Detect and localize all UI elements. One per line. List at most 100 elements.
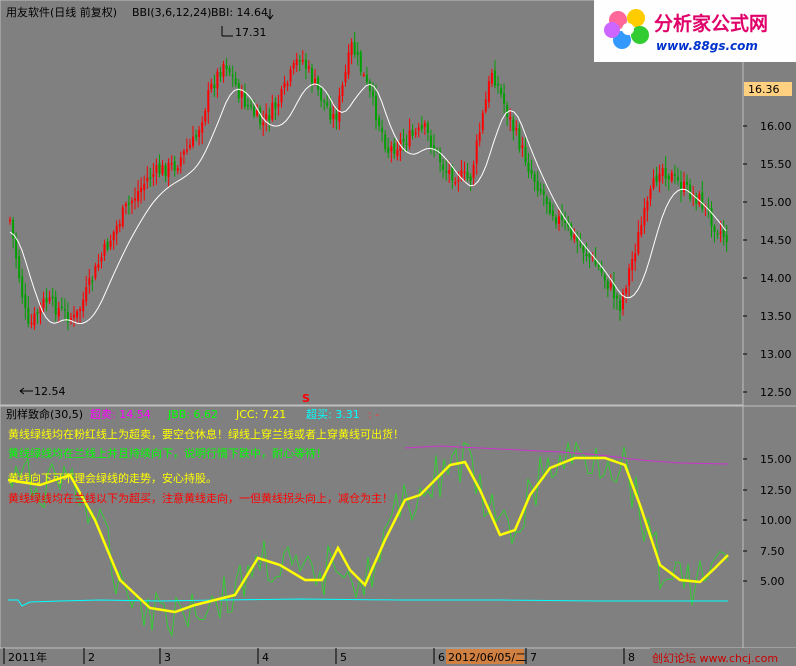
- candle-body: [478, 132, 481, 141]
- candle-body: [97, 264, 100, 268]
- candle-body: [237, 83, 240, 99]
- candle-body: [265, 113, 268, 120]
- candle-body: [661, 168, 664, 176]
- candle-body: [73, 314, 75, 318]
- candle-body: [15, 237, 18, 259]
- candle-body: [670, 172, 673, 181]
- candle-body: [121, 207, 124, 227]
- candle-body: [140, 187, 143, 193]
- candle-body: [454, 181, 457, 184]
- candle-body: [533, 174, 536, 182]
- candle-body: [323, 100, 326, 103]
- candle-body: [542, 190, 545, 195]
- candle-body: [365, 74, 368, 82]
- candle-body: [451, 167, 454, 181]
- candle-body: [332, 114, 335, 119]
- main-chart-title: 用友软件(日线 前复权): [6, 5, 117, 19]
- candle-body: [686, 182, 689, 185]
- candle-body: [683, 181, 685, 193]
- candle-body: [256, 110, 259, 116]
- candle-body: [378, 117, 381, 126]
- candle-body: [179, 157, 182, 167]
- candle-body: [155, 165, 158, 173]
- y-tick-label: 12.50: [760, 386, 792, 399]
- candle-body: [63, 309, 66, 311]
- candle-body: [24, 294, 27, 308]
- legend-tail: : -: [368, 408, 379, 421]
- candle-body: [170, 163, 173, 165]
- chart-canvas[interactable]: 用友软件(日线 前复权) BBI(3,6,12,24) BBI: 14.64 1…: [0, 0, 796, 666]
- candle-body: [402, 139, 405, 142]
- candle-body: [347, 52, 350, 75]
- candle-body: [646, 200, 649, 211]
- candle-body: [240, 90, 243, 98]
- candle-body: [362, 74, 365, 76]
- candle-body: [295, 59, 298, 65]
- indicator-name: BBI(3,6,12,24): [132, 6, 211, 19]
- legend-item: JBB: 6.62: [167, 408, 218, 421]
- y-tick-label: 14.50: [760, 234, 792, 247]
- candle-body: [558, 216, 560, 224]
- candle-body: [341, 84, 344, 97]
- candle-body: [375, 95, 377, 121]
- candle-body: [631, 258, 634, 271]
- candle-body: [33, 313, 36, 326]
- candle-body: [500, 87, 503, 94]
- flower-petal-icon: [604, 22, 620, 38]
- candle-body: [381, 127, 384, 133]
- y-tick-label: 10.00: [760, 514, 792, 527]
- legend-item: 超买: 3.31: [306, 407, 360, 421]
- sub-chart-panel[interactable]: [0, 405, 744, 649]
- date-axis: 2011年 2 3 4 5 6 7 8: [3, 648, 635, 664]
- candle-body: [408, 130, 411, 147]
- candle-body: [344, 71, 347, 83]
- candle-body: [118, 223, 121, 227]
- candle-body: [143, 183, 146, 191]
- y-tick-label: 7.50: [760, 545, 785, 558]
- candle-body: [289, 69, 292, 82]
- flower-center-icon: [622, 23, 634, 35]
- candle-body: [515, 128, 518, 130]
- candle-body: [246, 104, 249, 107]
- candle-body: [350, 42, 353, 55]
- candle-body: [719, 231, 722, 234]
- watermark-logo: 分析家公式网 www.88gs.com: [594, 0, 796, 62]
- candle-body: [536, 181, 539, 191]
- candle-body: [368, 81, 371, 91]
- candle-body: [70, 318, 72, 320]
- candle-body: [539, 189, 542, 192]
- candle-body: [100, 256, 103, 262]
- candle-body: [210, 83, 213, 90]
- candle-body: [466, 171, 469, 179]
- low-marker-label: 12.54: [34, 385, 66, 398]
- candle-body: [420, 125, 423, 130]
- candle-body: [445, 171, 448, 173]
- date-label: 6: [438, 651, 445, 664]
- sub-chart-title: 别样致命(30,5): [6, 407, 83, 421]
- candle-body: [664, 167, 667, 179]
- candle-body: [304, 59, 307, 69]
- candle-body: [698, 194, 701, 205]
- y-tick-label: 16.00: [760, 120, 792, 133]
- candle-body: [106, 241, 109, 250]
- candle-body: [201, 122, 204, 133]
- candle-body: [625, 288, 628, 294]
- candle-body: [51, 296, 54, 299]
- candle-body: [307, 66, 310, 69]
- candle-body: [189, 144, 191, 148]
- candle-body: [277, 103, 280, 107]
- strategy-note: 黄线向下可不理会绿线的走势，安心持股。: [8, 471, 217, 485]
- candle-body: [219, 72, 222, 77]
- candle-body: [76, 311, 79, 318]
- candle-body: [85, 287, 88, 302]
- candle-body: [667, 175, 670, 180]
- candle-body: [231, 75, 234, 77]
- candle-body: [390, 146, 393, 152]
- candle-body: [637, 232, 640, 254]
- candle-body: [600, 267, 603, 273]
- date-label: 8: [628, 651, 635, 664]
- candle-body: [115, 225, 118, 234]
- y-tick-label: 15.00: [760, 196, 792, 209]
- candle-body: [274, 102, 277, 109]
- candle-body: [615, 295, 618, 299]
